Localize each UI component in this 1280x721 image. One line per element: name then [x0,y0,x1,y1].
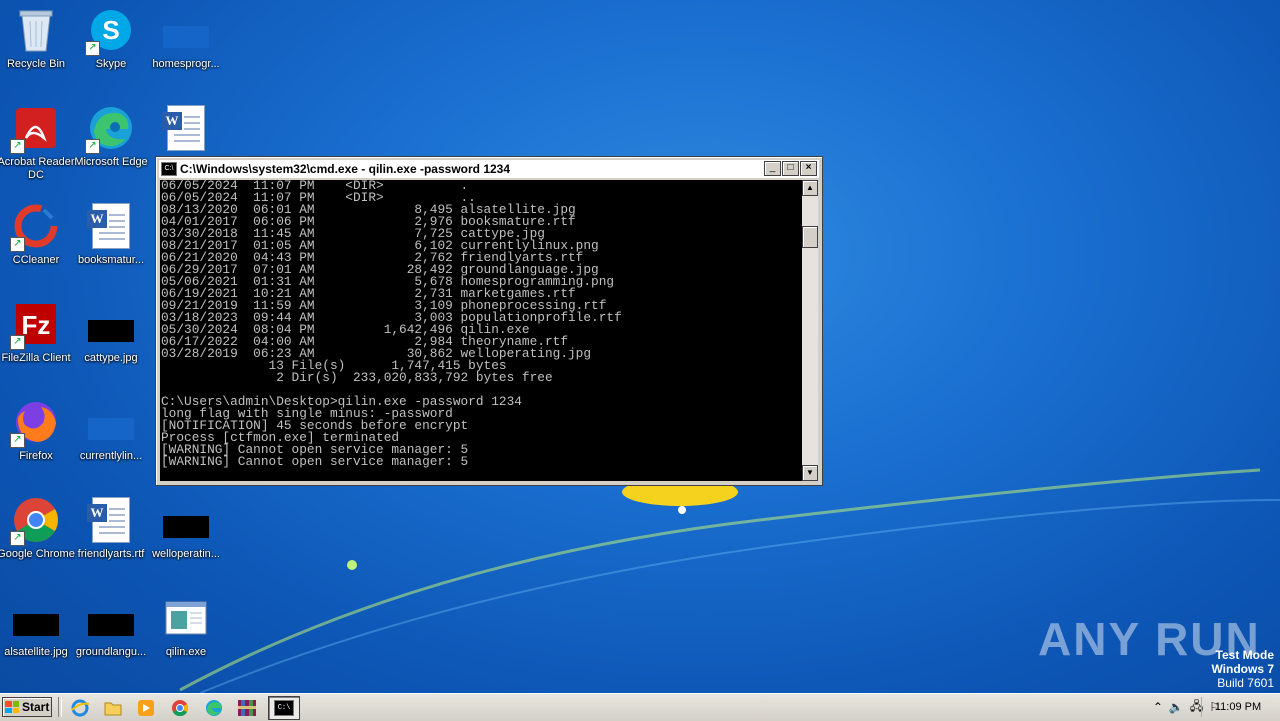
minimize-button[interactable]: _ [764,161,781,176]
console-output[interactable]: 06/05/2024 11:07 PM <DIR> . 06/05/2024 1… [160,180,802,481]
clock[interactable]: 11:09 PM [1201,697,1274,717]
desktop-icon-label: Acrobat Reader DC [0,156,75,181]
desktop-icon-filezilla[interactable]: Fz ↗ FileZilla Client [0,300,76,365]
test-mode-watermark: Test Mode Windows 7 Build 7601 [1211,648,1274,690]
ccleaner-icon: ↗ [10,202,60,252]
desktop-icon-label: Recycle Bin [6,58,66,70]
desktop-icon-label: alsatellite.jpg [4,646,68,658]
desktop-icon-ccleaner[interactable]: ↗ CCleaner [0,202,76,267]
desktop-icon-label: qilin.exe [165,646,207,658]
start-button[interactable]: Start [2,697,52,717]
taskbar-divider [58,697,62,717]
desktop-icon-label: Firefox [19,450,53,462]
word-document-icon: W [87,496,135,544]
desktop-icon-cattype[interactable]: cattype.jpg [71,300,151,365]
folder-icon[interactable] [103,698,123,718]
shortcut-arrow-icon: ↗ [10,139,25,154]
taskbar: Start C:\ ⌃ 🔈 🖧 ⚐ 11:09 PM [0,693,1280,721]
desktop-icon-alsatellite[interactable]: alsatellite.jpg [0,594,76,659]
scroll-down-arrow-icon[interactable]: ▼ [802,465,818,481]
volume-icon[interactable]: 🔈 [1169,700,1184,714]
desktop-icon-label: currentlylin... [79,450,143,462]
desktop-icon-qilin-exe[interactable]: qilin.exe [146,594,226,659]
acrobat-icon: ↗ [10,104,60,154]
desktop-icon-label: Google Chrome [0,548,75,560]
desktop-icon-chrome[interactable]: ↗ Google Chrome [0,496,76,561]
cmd-icon: C:\ [161,162,177,176]
desktop-icon-friendlyarts[interactable]: W friendlyarts.rtf [71,496,151,561]
desktop-icon-label: welloperatin... [152,548,220,560]
firefox-icon: ↗ [10,398,60,448]
edge-icon: ↗ [85,104,135,154]
window-title-bar[interactable]: C:\ C:\Windows\system32\cmd.exe - qilin.… [159,160,819,178]
shortcut-arrow-icon: ↗ [10,531,25,546]
desktop-icon-recycle-bin[interactable]: Recycle Bin [0,6,76,71]
image-file-icon [87,398,135,446]
word-document-icon: W [162,104,210,152]
desktop-icon-homesprogramming[interactable]: homesprogr... [146,6,226,71]
desktop-icon-label: FileZilla Client [1,352,71,364]
skype-icon: S ↗ [85,6,135,56]
shortcut-arrow-icon: ↗ [85,41,100,56]
start-label: Start [22,700,50,714]
desktop-icon-welloperating[interactable]: welloperatin... [146,496,226,561]
desktop-icon-groundlanguage[interactable]: groundlangu... [71,594,151,659]
desktop-icon-label: CCleaner [12,254,60,266]
desktop-icon-booksmature[interactable]: W booksmatur... [71,202,151,267]
image-file-icon [162,496,210,544]
internet-explorer-icon[interactable] [70,698,90,718]
console-text: 06/05/2024 11:07 PM <DIR> . 06/05/2024 1… [161,180,622,469]
filezilla-icon: Fz ↗ [10,300,60,350]
windows-logo-icon [5,701,19,713]
show-hidden-icons-icon[interactable]: ⌃ [1153,700,1163,714]
chrome-icon[interactable] [170,698,190,718]
close-button[interactable]: × [800,161,817,176]
os-label: Windows 7 [1211,662,1274,676]
winrar-icon[interactable] [237,698,257,718]
desktop-icon-label: Skype [95,58,127,70]
word-document-icon: W [87,202,135,250]
shortcut-arrow-icon: ↗ [85,139,100,154]
desktop-icon-acrobat[interactable]: ↗ Acrobat Reader DC [0,104,76,182]
shortcut-arrow-icon: ↗ [10,433,25,448]
desktop-icon-label: Microsoft Edge [74,156,148,168]
image-file-icon [87,594,135,642]
svg-text:S: S [102,15,119,45]
image-file-icon [162,6,210,54]
cmd-taskbar-button[interactable]: C:\ [268,696,300,720]
desktop-icon-label: homesprogr... [152,58,220,70]
chrome-icon: ↗ [10,496,60,546]
executable-icon [162,594,210,642]
desktop-icon-word-document[interactable]: W [146,104,226,156]
recycle-bin-icon [12,6,60,54]
desktop-icon-currentlylinux[interactable]: currentlylin... [71,398,151,463]
desktop-icon-label: groundlangu... [75,646,147,658]
desktop-icon-skype[interactable]: S ↗ Skype [71,6,151,71]
shortcut-arrow-icon: ↗ [10,335,25,350]
cmd-window[interactable]: C:\ C:\Windows\system32\cmd.exe - qilin.… [155,156,823,486]
desktop-icon-label: cattype.jpg [84,352,138,364]
desktop-icon-label: booksmatur... [77,254,145,266]
shortcut-arrow-icon: ↗ [10,237,25,252]
vertical-scrollbar[interactable]: ▲ ▼ [802,180,818,481]
image-file-icon [12,594,60,642]
test-mode-label: Test Mode [1215,648,1274,662]
desktop-icon-firefox[interactable]: ↗ Firefox [0,398,76,463]
image-file-icon [87,300,135,348]
desktop-icon-edge[interactable]: ↗ Microsoft Edge [71,104,151,169]
window-title: C:\Windows\system32\cmd.exe - qilin.exe … [180,162,511,176]
build-label: Build 7601 [1217,676,1274,690]
desktop-icon-label: friendlyarts.rtf [77,548,145,560]
cmd-icon: C:\ [274,700,294,716]
scroll-up-arrow-icon[interactable]: ▲ [802,180,818,196]
svg-text:Fz: Fz [22,310,51,340]
media-player-icon[interactable] [136,698,156,718]
maximize-button[interactable]: □ [782,161,799,176]
scroll-thumb[interactable] [802,226,818,248]
edge-icon[interactable] [204,698,224,718]
